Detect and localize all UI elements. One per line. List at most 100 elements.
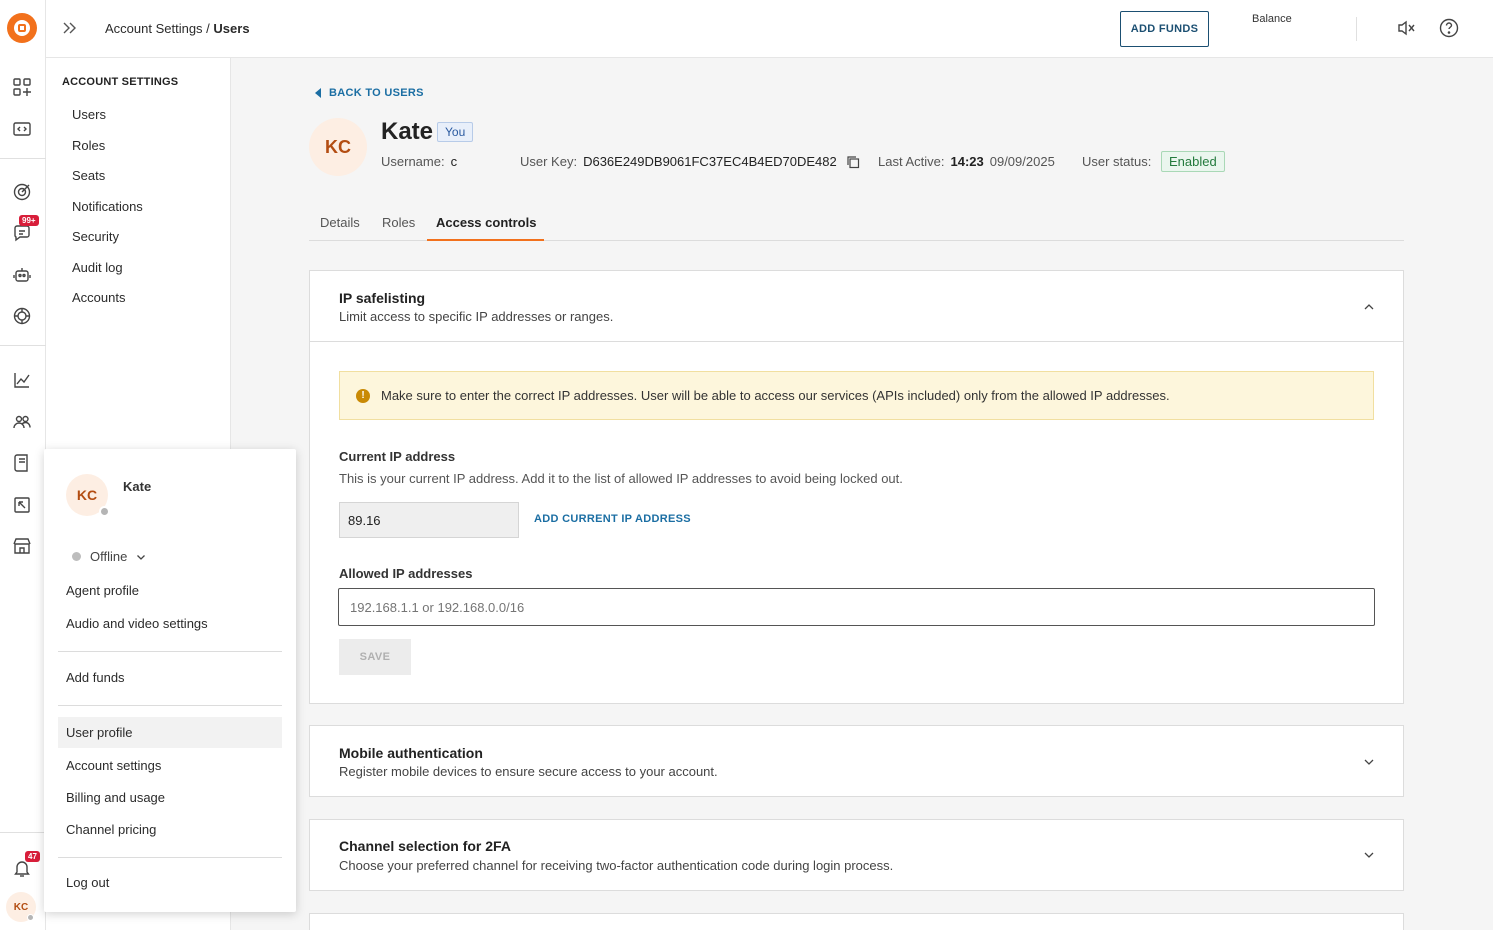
current-ip-description: This is your current IP address. Add it …	[339, 471, 903, 486]
main-content: BACK TO USERS KC Kate You Username: c Use…	[231, 58, 1493, 930]
breadcrumb-current: Users	[213, 21, 250, 36]
status-selector[interactable]: Offline	[72, 549, 146, 564]
you-badge: You	[437, 122, 474, 142]
ip-safelisting-subtitle: Limit access to specific IP addresses or…	[339, 309, 614, 324]
rail-avatar-initials: KC	[13, 901, 29, 913]
tab-bar: Details Roles Access controls	[309, 206, 1404, 241]
twofa-title: Channel selection for 2FA	[339, 838, 511, 854]
user-key-field: User Key: D636E249DB9061FC37EC4B4ED70DE48…	[520, 154, 837, 169]
tab-roles[interactable]: Roles	[382, 215, 415, 230]
back-to-users-link[interactable]: BACK TO USERS	[315, 87, 424, 99]
expand-sidebar-icon[interactable]	[61, 19, 79, 37]
popup-user-name: Kate	[123, 479, 152, 494]
menu-account-settings[interactable]: Account settings	[66, 758, 161, 773]
user-name: Kate	[381, 118, 434, 145]
menu-billing-usage[interactable]: Billing and usage	[66, 790, 165, 805]
back-arrow-icon	[315, 88, 321, 98]
last-active-label: Last Active:	[878, 154, 945, 169]
allowed-ip-label: Allowed IP addresses	[339, 566, 473, 581]
ip-safelisting-card: IP safelisting Limit access to specific …	[309, 270, 1404, 704]
copy-icon[interactable]	[846, 155, 860, 169]
left-rail: 99+ 47 KC	[0, 0, 46, 930]
chat-badge: 99+	[19, 215, 39, 226]
people-icon[interactable]	[11, 411, 33, 433]
mobile-auth-subtitle: Register mobile devices to ensure secure…	[339, 764, 718, 779]
notifications-badge: 47	[25, 851, 40, 862]
exchange-icon[interactable]	[11, 494, 33, 516]
next-card	[309, 913, 1404, 930]
menu-audio-video-settings[interactable]: Audio and video settings	[66, 616, 208, 631]
breadcrumb: Account Settings / Users	[105, 21, 250, 36]
sidebar-heading: ACCOUNT SETTINGS	[62, 76, 179, 88]
presence-dot	[99, 506, 110, 517]
warning-icon: !	[356, 388, 370, 403]
chevron-up-icon[interactable]	[1363, 301, 1375, 313]
ip-warning-banner: ! Make sure to enter the correct IP addr…	[339, 371, 1374, 420]
target-icon[interactable]	[11, 181, 33, 203]
sidebar-item-audit-log[interactable]: Audit log	[72, 260, 123, 275]
mobile-authentication-card[interactable]: Mobile authentication Register mobile de…	[309, 725, 1404, 797]
menu-user-profile[interactable]: User profile	[66, 725, 132, 740]
sidebar-item-users[interactable]: Users	[72, 107, 106, 122]
last-active-field: Last Active: 14:23 09/09/2025	[878, 154, 1055, 169]
user-avatar: KC	[309, 118, 367, 176]
breadcrumb-parent[interactable]: Account Settings /	[105, 21, 210, 36]
save-button[interactable]: SAVE	[339, 639, 411, 675]
allowed-ip-input[interactable]	[338, 588, 1375, 626]
current-ip-field: 89.16	[339, 502, 519, 538]
username-field: Username: c	[381, 154, 457, 169]
mobile-auth-title: Mobile authentication	[339, 745, 483, 761]
presence-dot	[27, 914, 34, 921]
balance-label: Balance	[1252, 13, 1292, 25]
user-key-label: User Key:	[520, 154, 578, 169]
add-funds-button[interactable]: ADD FUNDS	[1120, 11, 1209, 47]
bot-icon[interactable]	[11, 264, 33, 286]
user-status-label: User status:	[1082, 154, 1152, 169]
sidebar-item-notifications[interactable]: Notifications	[72, 199, 143, 214]
user-key-value: D636E249DB9061FC37EC4B4ED70DE482	[583, 154, 837, 169]
help-icon[interactable]	[1438, 17, 1460, 39]
warning-text: Make sure to enter the correct IP addres…	[381, 388, 1170, 403]
sound-muted-icon[interactable]	[1395, 17, 1417, 39]
chevron-down-icon	[137, 554, 146, 560]
last-active-time: 14:23	[950, 154, 984, 169]
top-bar: Account Settings / Users ADD FUNDS Balan…	[46, 0, 1493, 58]
docs-icon[interactable]	[11, 452, 33, 474]
apps-icon[interactable]	[11, 76, 33, 98]
menu-add-funds[interactable]: Add funds	[66, 670, 125, 685]
rail-avatar[interactable]: KC	[6, 892, 36, 922]
developer-tools-icon[interactable]	[11, 118, 33, 140]
ip-safelisting-header[interactable]	[310, 271, 1403, 342]
status-badge: Enabled	[1161, 151, 1225, 172]
sidebar-item-roles[interactable]: Roles	[72, 138, 105, 153]
popup-avatar: KC	[66, 474, 110, 517]
username-value: c	[450, 154, 458, 169]
current-ip-label: Current IP address	[339, 449, 456, 464]
status-label: Offline	[90, 549, 128, 564]
menu-log-out[interactable]: Log out	[66, 875, 109, 890]
store-icon[interactable]	[11, 535, 33, 557]
chevron-down-icon[interactable]	[1363, 756, 1375, 768]
analytics-icon[interactable]	[11, 369, 33, 391]
tab-access-controls[interactable]: Access controls	[436, 215, 536, 230]
ip-safelisting-title: IP safelisting	[339, 290, 426, 306]
chevron-down-icon[interactable]	[1363, 849, 1375, 861]
ai-icon[interactable]	[11, 305, 33, 327]
add-current-ip-button[interactable]: ADD CURRENT IP ADDRESS	[534, 513, 691, 525]
app-logo-icon[interactable]	[7, 13, 37, 43]
twofa-subtitle: Choose your preferred channel for receiv…	[339, 858, 894, 873]
username-label: Username:	[381, 154, 445, 169]
sidebar-item-security[interactable]: Security	[72, 229, 119, 244]
active-tab-indicator	[427, 239, 544, 241]
menu-channel-pricing[interactable]: Channel pricing	[66, 822, 156, 837]
back-label: BACK TO USERS	[329, 87, 424, 99]
last-active-date: 09/09/2025	[989, 154, 1055, 169]
user-menu-popup: KC Kate Offline Agent profile Audio and …	[44, 449, 296, 912]
sidebar-item-accounts[interactable]: Accounts	[72, 290, 125, 305]
menu-agent-profile[interactable]: Agent profile	[66, 583, 139, 598]
tab-details[interactable]: Details	[320, 215, 360, 230]
twofa-channel-card[interactable]: Channel selection for 2FA Choose your pr…	[309, 819, 1404, 891]
sidebar-item-seats[interactable]: Seats	[72, 168, 105, 183]
offline-dot-icon	[72, 552, 81, 561]
popup-avatar-initials: KC	[76, 487, 98, 503]
